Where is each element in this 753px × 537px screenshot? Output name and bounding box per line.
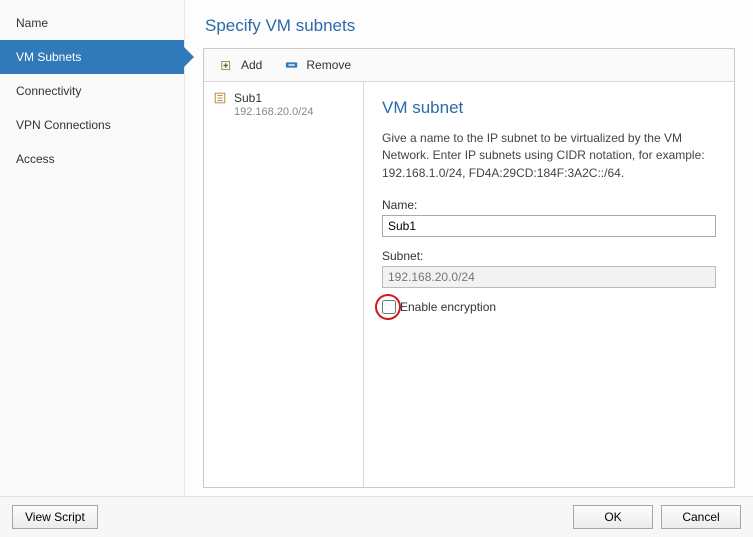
name-input[interactable] (382, 215, 716, 237)
sidebar-item-label: Access (16, 152, 55, 166)
toolbar: Add Remove (204, 49, 734, 82)
sidebar-item-access[interactable]: Access (0, 142, 184, 176)
enable-encryption-checkbox[interactable] (382, 300, 396, 314)
page-title: Specify VM subnets (205, 16, 735, 36)
sidebar-item-vpn-connections[interactable]: VPN Connections (0, 108, 184, 142)
list-item[interactable]: Sub1 192.168.20.0/24 (204, 86, 363, 124)
detail-description: Give a name to the IP subnet to be virtu… (382, 130, 716, 182)
subnet-input[interactable] (382, 266, 716, 288)
view-script-button[interactable]: View Script (12, 505, 98, 529)
ok-button[interactable]: OK (573, 505, 653, 529)
detail-pane: VM subnet Give a name to the IP subnet t… (364, 82, 734, 487)
remove-label: Remove (306, 58, 351, 72)
sidebar: Name VM Subnets Connectivity VPN Connect… (0, 0, 185, 496)
subnet-list: Sub1 192.168.20.0/24 (204, 82, 364, 487)
sidebar-item-label: Connectivity (16, 84, 81, 98)
sidebar-item-name[interactable]: Name (0, 6, 184, 40)
subnet-icon (212, 90, 228, 106)
remove-button[interactable]: Remove (275, 53, 360, 77)
add-button[interactable]: Add (210, 53, 271, 77)
remove-icon (284, 57, 300, 73)
enable-encryption-row: Enable encryption (382, 300, 716, 314)
enable-encryption-label: Enable encryption (400, 300, 496, 314)
add-icon (219, 57, 235, 73)
sidebar-item-label: Name (16, 16, 48, 30)
sidebar-item-connectivity[interactable]: Connectivity (0, 74, 184, 108)
add-label: Add (241, 58, 262, 72)
sidebar-item-label: VPN Connections (16, 118, 111, 132)
subnet-panel: Add Remove (203, 48, 735, 488)
sidebar-item-vm-subnets[interactable]: VM Subnets (0, 40, 184, 74)
list-item-name: Sub1 (234, 91, 262, 105)
subnet-label: Subnet: (382, 249, 716, 263)
main-content: Specify VM subnets Add (185, 0, 753, 496)
detail-title: VM subnet (382, 98, 716, 118)
sidebar-item-label: VM Subnets (16, 50, 81, 64)
name-label: Name: (382, 198, 716, 212)
list-item-cidr: 192.168.20.0/24 (212, 106, 355, 118)
cancel-button[interactable]: Cancel (661, 505, 741, 529)
footer: View Script OK Cancel (0, 496, 753, 537)
